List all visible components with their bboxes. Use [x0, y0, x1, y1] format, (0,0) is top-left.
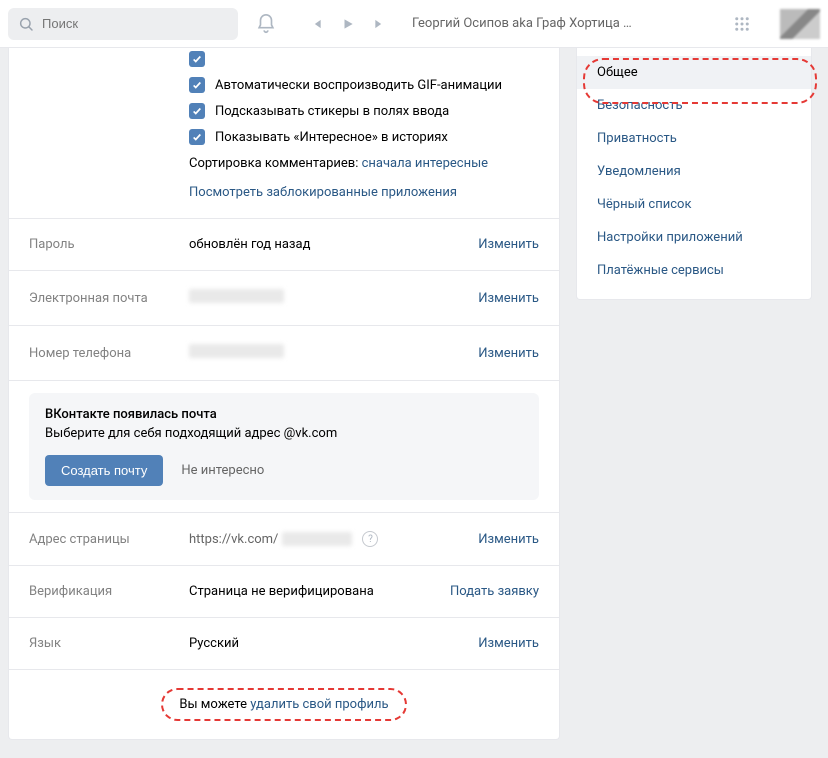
- change-password-link[interactable]: Изменить: [478, 237, 539, 252]
- change-email-link[interactable]: Изменить: [478, 291, 539, 306]
- sort-prefix: Сортировка комментариев:: [189, 156, 362, 171]
- music-track-title[interactable]: Георгий Осипов aka Граф Хортица …: [412, 16, 702, 31]
- topbar: Георгий Осипов aka Граф Хортица …: [0, 0, 828, 48]
- row-label: Верификация: [29, 584, 189, 599]
- highlight-annotation: Вы можете удалить свой профиль: [161, 688, 406, 721]
- row-value: Русский: [189, 636, 478, 651]
- checkbox-interesting[interactable]: Показывать «Интересное» в историях: [29, 124, 539, 150]
- row-value: Страница не верифицирована: [189, 584, 450, 599]
- row-language: Язык Русский Изменить: [9, 617, 559, 669]
- address-prefix: https://vk.com/: [189, 532, 278, 547]
- row-label: Язык: [29, 636, 189, 651]
- search-input[interactable]: [42, 16, 228, 31]
- verify-request-link[interactable]: Подать заявку: [450, 584, 539, 599]
- footer-prefix: Вы можете: [179, 697, 250, 712]
- sidebar-item-app-settings[interactable]: Настройки приложений: [577, 221, 811, 254]
- checkbox-gif[interactable]: Автоматически воспроизводить GIF-анимаци…: [29, 72, 539, 98]
- help-icon[interactable]: ?: [362, 531, 378, 547]
- change-address-link[interactable]: Изменить: [478, 532, 539, 547]
- row-label: Номер телефона: [29, 346, 189, 361]
- row-value: [189, 344, 478, 362]
- checkbox-stickers[interactable]: Подсказывать стикеры в полях ввода: [29, 98, 539, 124]
- sidebar-item-payments[interactable]: Платёжные сервисы: [577, 254, 811, 287]
- apps-grid-button[interactable]: [722, 4, 762, 44]
- row-address: Адрес страницы https://vk.com/ ? Изменит…: [9, 512, 559, 565]
- change-language-link[interactable]: Изменить: [478, 636, 539, 651]
- settings-card: Автоматически воспроизводить GIF-анимаци…: [8, 48, 560, 740]
- mail-promo-subtitle: Выберите для себя подходящий адрес @vk.c…: [45, 426, 523, 441]
- blocked-apps-link[interactable]: Посмотреть заблокированные приложения: [189, 185, 457, 200]
- checkbox-label: Подсказывать стикеры в полях ввода: [215, 104, 449, 119]
- delete-profile-link[interactable]: удалить свой профиль: [250, 697, 388, 712]
- settings-nav: Общее Безопасность Приватность Уведомлен…: [576, 48, 812, 300]
- mail-promo: ВКонтакте появилась почта Выберите для с…: [29, 393, 539, 500]
- sidebar-item-privacy[interactable]: Приватность: [577, 122, 811, 155]
- checkbox-icon: [189, 77, 205, 93]
- sidebar-item-general[interactable]: Общее: [577, 56, 811, 89]
- sidebar-item-notifications[interactable]: Уведомления: [577, 155, 811, 188]
- change-phone-link[interactable]: Изменить: [478, 346, 539, 361]
- sort-value-link[interactable]: сначала интересные: [362, 156, 488, 171]
- row-email: Электронная почта Изменить: [9, 270, 559, 325]
- row-value: https://vk.com/ ?: [189, 531, 478, 547]
- sidebar-item-security[interactable]: Безопасность: [577, 89, 811, 122]
- checkbox-icon: [189, 103, 205, 119]
- row-label: Пароль: [29, 237, 189, 252]
- row-phone: Номер телефона Изменить: [9, 325, 559, 380]
- checkbox-label: Показывать «Интересное» в историях: [215, 130, 448, 145]
- row-label: Электронная почта: [29, 291, 189, 306]
- create-mail-button[interactable]: Создать почту: [45, 455, 163, 486]
- delete-profile-row: Вы можете удалить свой профиль: [9, 669, 559, 739]
- checkbox-label: Автоматически воспроизводить GIF-анимаци…: [215, 78, 502, 93]
- music-next-button[interactable]: [366, 10, 394, 38]
- music-prev-button[interactable]: [302, 10, 330, 38]
- music-play-button[interactable]: [334, 10, 362, 38]
- checkbox-icon: [189, 129, 205, 145]
- profile-avatar[interactable]: [780, 9, 820, 39]
- music-controls: [302, 10, 394, 38]
- row-value: обновлён год назад: [189, 237, 478, 252]
- notifications-button[interactable]: [246, 4, 286, 44]
- sidebar-item-blacklist[interactable]: Чёрный список: [577, 188, 811, 221]
- comment-sort-row: Сортировка комментариев: сначала интерес…: [29, 150, 539, 177]
- row-value: [189, 289, 478, 307]
- checkbox-icon: [189, 51, 205, 67]
- mail-not-interested-button[interactable]: Не интересно: [181, 463, 264, 478]
- mail-promo-title: ВКонтакте появилась почта: [45, 407, 523, 422]
- row-label: Адрес страницы: [29, 532, 189, 547]
- row-verification: Верификация Страница не верифицирована П…: [9, 565, 559, 617]
- search-box[interactable]: [8, 8, 238, 40]
- search-icon: [18, 16, 34, 32]
- row-password: Пароль обновлён год назад Изменить: [9, 218, 559, 270]
